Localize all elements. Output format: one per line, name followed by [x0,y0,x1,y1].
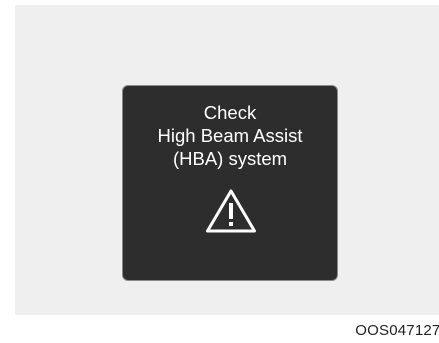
warning-text-line-2: High Beam Assist [157,125,303,146]
figure-code: OOS047127L [355,322,439,339]
cluster-warning-display: Check High Beam Assist (HBA) system [122,85,338,281]
page: Check High Beam Assist (HBA) system OOS0… [0,0,439,343]
warning-triangle-icon [206,189,256,233]
warning-text-line-3: (HBA) system [172,148,288,169]
warning-text-line-1: Check [203,102,257,123]
